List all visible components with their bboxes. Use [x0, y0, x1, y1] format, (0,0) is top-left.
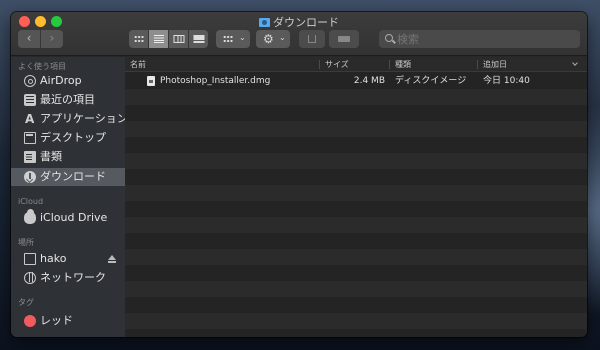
column-divider[interactable] — [389, 60, 390, 69]
file-date-added: 今日 10:40 — [483, 76, 530, 86]
sidebar-item-icloud-drive[interactable]: iCloud Drive — [11, 209, 125, 227]
eject-icon[interactable] — [108, 255, 116, 263]
sidebar-item-tag-red[interactable]: レッド — [11, 312, 125, 330]
applications-icon — [24, 110, 36, 128]
file-name: Photoshop_Installer.dmg — [160, 76, 271, 86]
tag-icon — [338, 36, 350, 42]
locations-header: 場所 — [18, 238, 34, 247]
empty-row — [125, 121, 587, 137]
empty-row — [125, 313, 587, 329]
column-header-date-added[interactable]: 追加日 — [483, 57, 507, 72]
column-view-icon — [173, 35, 184, 43]
favorites-header: よく使う項目 — [18, 62, 66, 71]
file-size: 2.4 MB — [353, 76, 385, 86]
empty-row — [125, 265, 587, 281]
gear-icon: ⚙ — [263, 32, 274, 46]
downloads-folder-icon — [259, 18, 270, 27]
group-button[interactable]: ⌄ — [216, 30, 250, 48]
file-kind: ディスクイメージ — [395, 76, 467, 86]
empty-row — [125, 105, 587, 121]
forward-button[interactable]: › — [41, 30, 63, 48]
icon-view-button[interactable] — [129, 30, 148, 48]
sidebar-item-recents[interactable]: 最近の項目 — [11, 91, 125, 109]
sidebar-item-label: iCloud Drive — [40, 211, 108, 224]
gallery-view-button[interactable] — [189, 30, 208, 48]
gallery-view-icon — [193, 35, 204, 43]
sidebar-item-label: AirDrop — [40, 74, 82, 87]
network-icon — [24, 272, 36, 284]
empty-row — [125, 169, 587, 185]
sidebar-item-label: デスクトップ — [40, 131, 106, 144]
share-button[interactable] — [299, 30, 325, 48]
window-title-text: ダウンロード — [273, 16, 339, 29]
empty-row — [125, 297, 587, 313]
empty-row — [125, 153, 587, 169]
column-view-button[interactable] — [169, 30, 188, 48]
empty-row — [125, 201, 587, 217]
column-divider[interactable] — [477, 60, 478, 69]
sidebar-item-label: ネットワーク — [40, 271, 106, 284]
empty-row — [125, 281, 587, 297]
sidebar-item-network[interactable]: ネットワーク — [11, 269, 125, 287]
column-divider[interactable] — [319, 60, 320, 69]
title-bar: ダウンロード ‹ › ⌄ ⚙ ⌄ — [11, 12, 587, 56]
column-header-name[interactable]: 名前 — [130, 57, 146, 72]
file-list: 名前 サイズ 種類 追加日 Photoshop_Installer.dmg 2.… — [125, 57, 587, 337]
sidebar-item-label: hako — [40, 252, 67, 265]
search-icon — [385, 34, 393, 42]
disk-image-icon — [147, 76, 155, 86]
sidebar-item-applications[interactable]: アプリケーション — [11, 110, 128, 128]
sidebar-item-desktop[interactable]: デスクトップ — [11, 129, 125, 147]
sidebar-item-documents[interactable]: 書類 — [11, 148, 125, 166]
navigation-buttons: ‹ › — [18, 30, 64, 48]
share-icon — [308, 35, 316, 43]
downloads-icon — [24, 171, 36, 183]
recents-icon — [24, 94, 36, 106]
red-tag-dot-icon — [24, 315, 36, 327]
chevron-down-icon[interactable] — [572, 60, 578, 66]
list-view-button[interactable] — [149, 30, 168, 48]
view-mode-buttons — [129, 30, 209, 48]
window-title: ダウンロード — [11, 14, 587, 30]
cloud-icon — [24, 209, 36, 224]
desktop-icon — [24, 132, 36, 144]
search-input[interactable] — [397, 30, 577, 48]
icloud-header: iCloud — [18, 197, 44, 206]
chevron-down-icon: ⌄ — [279, 33, 286, 42]
sidebar-item-downloads[interactable]: ダウンロード — [11, 168, 125, 186]
file-rows: Photoshop_Installer.dmg 2.4 MB ディスクイメージ … — [125, 73, 587, 337]
sidebar-item-label: アプリケーション — [40, 112, 128, 125]
airdrop-icon — [24, 75, 36, 87]
table-row[interactable]: Photoshop_Installer.dmg 2.4 MB ディスクイメージ … — [125, 73, 587, 89]
sidebar-item-label: ダウンロード — [40, 170, 106, 183]
computer-icon — [24, 253, 36, 265]
empty-row — [125, 185, 587, 201]
icon-view-icon — [133, 35, 144, 43]
tags-header: タグ — [18, 298, 34, 307]
sidebar-item-label: 書類 — [40, 150, 62, 163]
chevron-down-icon: ⌄ — [239, 33, 246, 42]
empty-row — [125, 89, 587, 105]
list-view-icon — [153, 35, 164, 43]
empty-row — [125, 137, 587, 153]
action-button[interactable]: ⚙ ⌄ — [256, 30, 290, 48]
sidebar: よく使う項目 AirDrop 最近の項目 アプリケーション デスクトップ 書類 … — [11, 57, 128, 337]
sidebar-item-hako[interactable]: hako — [11, 250, 125, 268]
empty-row — [125, 233, 587, 249]
sidebar-item-label: レッド — [40, 314, 73, 327]
finder-window: ダウンロード ‹ › ⌄ ⚙ ⌄ 検索 よく使う項目 AirDrop 最近の項目… — [11, 12, 587, 337]
back-button[interactable]: ‹ — [18, 30, 40, 48]
column-header-size[interactable]: サイズ — [325, 57, 349, 72]
empty-row — [125, 217, 587, 233]
search-field[interactable] — [379, 30, 580, 48]
empty-row — [125, 249, 587, 265]
sidebar-item-airdrop[interactable]: AirDrop — [11, 72, 125, 90]
tags-button[interactable] — [329, 30, 359, 48]
group-icon — [223, 35, 233, 43]
documents-icon — [24, 151, 36, 163]
column-header-kind[interactable]: 種類 — [395, 57, 411, 72]
column-header: 名前 サイズ 種類 追加日 — [125, 57, 587, 72]
sidebar-item-label: 最近の項目 — [40, 93, 95, 106]
